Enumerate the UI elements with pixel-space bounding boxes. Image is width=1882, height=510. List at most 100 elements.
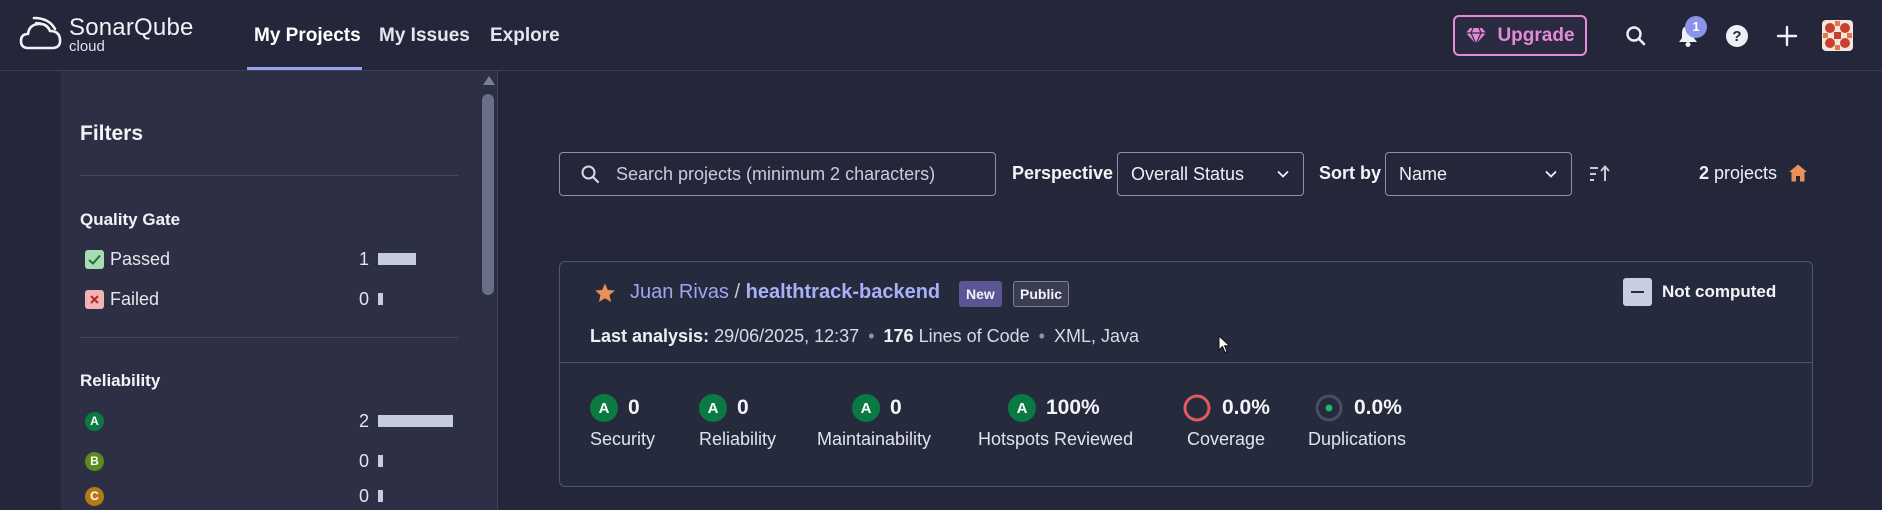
- nav-my-projects[interactable]: My Projects: [254, 0, 361, 71]
- grade-a-badge[interactable]: A: [590, 394, 618, 422]
- facet-count: 0: [359, 485, 370, 506]
- sortby-label: Sort by: [1319, 163, 1382, 183]
- loc-label: Lines of Code: [913, 326, 1035, 346]
- facet-bar: [378, 293, 383, 305]
- reliability-title: Reliability: [80, 371, 161, 390]
- home-icon[interactable]: [1788, 163, 1808, 183]
- sonarqube-logo[interactable]: SonarQube cloud: [19, 14, 194, 56]
- facet-bar: [378, 253, 416, 265]
- public-badge: Public: [1013, 281, 1070, 307]
- upgrade-button[interactable]: Upgrade: [1453, 15, 1587, 56]
- quality-gate-label: Not computed: [1662, 282, 1777, 301]
- metric-label: Duplications: [1308, 429, 1407, 449]
- app-subname: cloud: [69, 38, 105, 55]
- star-icon[interactable]: [594, 282, 616, 304]
- metric-label: Coverage: [1187, 429, 1266, 449]
- metric-label: Reliability: [699, 429, 777, 449]
- search-icon: [581, 165, 600, 184]
- diamond-icon: [1466, 27, 1487, 44]
- duplications-ring-icon[interactable]: [1314, 393, 1344, 423]
- metric-label: Security: [590, 429, 656, 449]
- metric-value[interactable]: 100%: [1046, 396, 1100, 420]
- facet-count: 2: [359, 410, 370, 431]
- chevron-down-icon: [1545, 170, 1557, 178]
- metric-label: Hotspots Reviewed: [978, 429, 1134, 449]
- facet-passed[interactable]: Passed 1: [85, 245, 457, 273]
- project-count: 2 projects: [1699, 163, 1777, 184]
- facet-failed[interactable]: Failed 0: [85, 285, 457, 313]
- new-badge: New: [959, 281, 1002, 307]
- facet-bar: [378, 415, 453, 427]
- languages: XML, Java: [1048, 326, 1140, 346]
- project-name-link[interactable]: healthtrack-backend: [746, 281, 941, 303]
- nav-active-indicator: [247, 67, 362, 70]
- metric-label: Maintainability: [817, 429, 932, 449]
- chevron-down-icon: [1277, 170, 1289, 178]
- loc-value: 176: [883, 326, 914, 346]
- last-analysis-label: Last analysis:: [590, 326, 710, 346]
- project-title-separator: /: [728, 281, 746, 303]
- mouse-cursor-icon: [1218, 335, 1231, 354]
- search-icon[interactable]: [1623, 23, 1649, 49]
- metric-reliability: A 0 Reliability: [699, 392, 776, 450]
- card-divider: [560, 362, 1812, 363]
- facet-count: 0: [359, 288, 370, 309]
- plus-icon[interactable]: [1774, 23, 1800, 49]
- avatar[interactable]: [1822, 20, 1853, 51]
- coverage-ring-icon[interactable]: [1182, 393, 1212, 423]
- filters-title: Filters: [80, 122, 144, 145]
- perspective-value: Overall Status: [1131, 163, 1245, 184]
- divider: [80, 175, 458, 176]
- facet-reliability-b[interactable]: B 0: [85, 447, 457, 475]
- project-count-label: projects: [1709, 163, 1778, 183]
- nav-explore[interactable]: Explore: [490, 0, 560, 71]
- cross-icon: [85, 289, 104, 309]
- grade-a-icon: A: [85, 411, 104, 431]
- facet-reliability-c[interactable]: C 0: [85, 482, 457, 510]
- facet-reliability-a[interactable]: A 2: [85, 407, 457, 435]
- search-input[interactable]: [616, 163, 986, 185]
- sort-ascending-icon[interactable]: [1588, 163, 1612, 185]
- project-title: Juan Rivas / healthtrack-backend: [630, 281, 940, 304]
- nav-my-issues[interactable]: My Issues: [379, 0, 470, 71]
- facet-bar: [378, 455, 383, 467]
- metric-duplications: 0.0% Duplications: [1308, 392, 1406, 450]
- sidebar-scrollbar-thumb[interactable]: [482, 94, 494, 295]
- sortby-value: Name: [1399, 163, 1448, 184]
- upgrade-label: Upgrade: [1497, 24, 1575, 46]
- perspective-select[interactable]: Overall Status: [1117, 152, 1304, 196]
- perspective-label: Perspective: [1012, 163, 1114, 183]
- app-name: SonarQube: [69, 14, 194, 41]
- facet-count: 0: [359, 450, 370, 471]
- grade-a-badge[interactable]: A: [1008, 394, 1036, 422]
- filters-sidebar: Filters Quality Gate Passed 1 Failed 0 R…: [61, 71, 498, 510]
- metric-hotspots: A 100% Hotspots Reviewed: [978, 392, 1133, 450]
- scroll-up-arrow-icon[interactable]: [483, 76, 495, 85]
- sonarqube-cloud-icon: [19, 16, 62, 50]
- project-meta: Last analysis: 29/06/2025, 12:37 • 176 L…: [590, 326, 1140, 346]
- facet-label: Passed: [110, 248, 171, 269]
- search-field[interactable]: [559, 152, 996, 196]
- sortby-select[interactable]: Name: [1385, 152, 1572, 196]
- top-navbar: SonarQube cloud My Projects My Issues Ex…: [0, 0, 1882, 71]
- metric-security: A 0 Security: [590, 392, 655, 450]
- metric-maintainability: A 0 Maintainability: [817, 392, 931, 450]
- project-org-link[interactable]: Juan Rivas: [630, 281, 729, 303]
- help-icon[interactable]: ?: [1724, 23, 1750, 49]
- metric-value[interactable]: 0.0%: [1222, 396, 1270, 420]
- grade-a-badge[interactable]: A: [852, 394, 880, 422]
- metric-value[interactable]: 0: [890, 396, 902, 420]
- not-computed-icon: [1623, 278, 1652, 306]
- metric-value[interactable]: 0.0%: [1354, 396, 1402, 420]
- avatar-pattern-icon: [1822, 20, 1853, 51]
- metric-value[interactable]: 0: [628, 396, 640, 420]
- divider: [80, 337, 458, 338]
- facet-count: 1: [359, 248, 370, 269]
- metric-value[interactable]: 0: [737, 396, 749, 420]
- project-card: Juan Rivas / healthtrack-backend New Pub…: [559, 261, 1813, 487]
- grade-c-icon: C: [85, 486, 104, 506]
- quality-gate-status: Not computed: [1623, 278, 1776, 306]
- quality-gate-title: Quality Gate: [80, 210, 181, 229]
- grade-b-icon: B: [85, 451, 104, 471]
- grade-a-badge[interactable]: A: [699, 394, 727, 422]
